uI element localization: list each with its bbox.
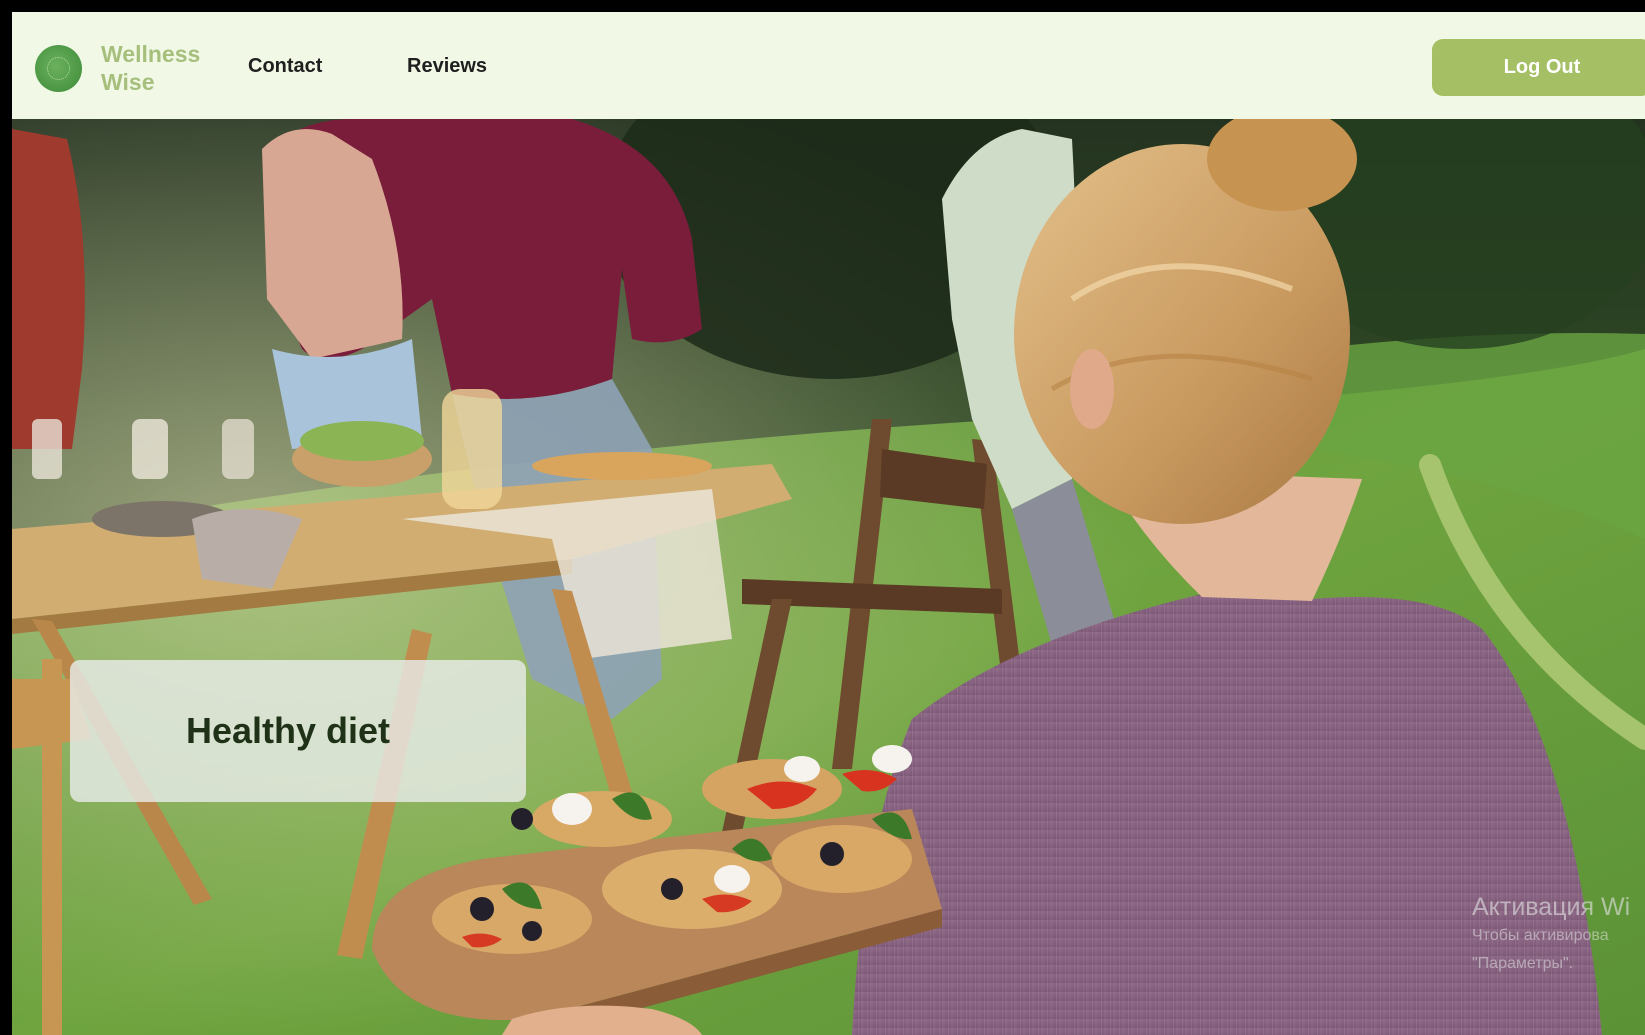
mozzarella bbox=[784, 756, 820, 782]
mozzarella bbox=[872, 745, 912, 773]
brand-line-2: Wise bbox=[101, 69, 155, 95]
watermark-line-2: Чтобы активирова bbox=[1472, 927, 1609, 944]
glass bbox=[222, 419, 254, 479]
brand-name[interactable]: Wellness Wise bbox=[101, 40, 200, 96]
glass bbox=[32, 419, 62, 479]
mozzarella bbox=[552, 793, 592, 825]
brand-line-1: Wellness bbox=[101, 41, 201, 67]
hero-title-card: Healthy diet bbox=[70, 660, 526, 802]
person-red-left bbox=[12, 129, 85, 449]
hero-image bbox=[12, 119, 1645, 1035]
glass bbox=[132, 419, 168, 479]
olive bbox=[661, 878, 683, 900]
olive bbox=[522, 921, 542, 941]
lemonade-jug bbox=[442, 389, 502, 509]
nav-reviews-link[interactable]: Reviews bbox=[407, 55, 487, 78]
watermark-line-3: "Параметры". bbox=[1472, 955, 1574, 972]
mozzarella bbox=[714, 865, 750, 893]
top-navbar: Wellness Wise Contact Reviews Log Out bbox=[12, 12, 1645, 119]
hero-illustration bbox=[12, 119, 1645, 1035]
os-activation-watermark: Активация Wi Чтобы активирова "Параметры… bbox=[1472, 892, 1630, 978]
snack-tray bbox=[532, 452, 712, 480]
watermark-line-1: Активация Wi bbox=[1472, 893, 1631, 921]
hero-title: Healthy diet bbox=[186, 710, 391, 751]
logo-ring bbox=[47, 57, 70, 80]
olive bbox=[511, 808, 533, 830]
logout-button[interactable]: Log Out bbox=[1432, 39, 1645, 96]
olive bbox=[470, 897, 494, 921]
woman-ear bbox=[1070, 349, 1114, 429]
olive bbox=[820, 842, 844, 866]
nav-contact-link[interactable]: Contact bbox=[248, 55, 322, 78]
leaf-circle-icon[interactable] bbox=[35, 45, 82, 92]
app-frame: Wellness Wise Contact Reviews Log Out He… bbox=[12, 12, 1645, 1035]
salad bbox=[300, 421, 424, 461]
